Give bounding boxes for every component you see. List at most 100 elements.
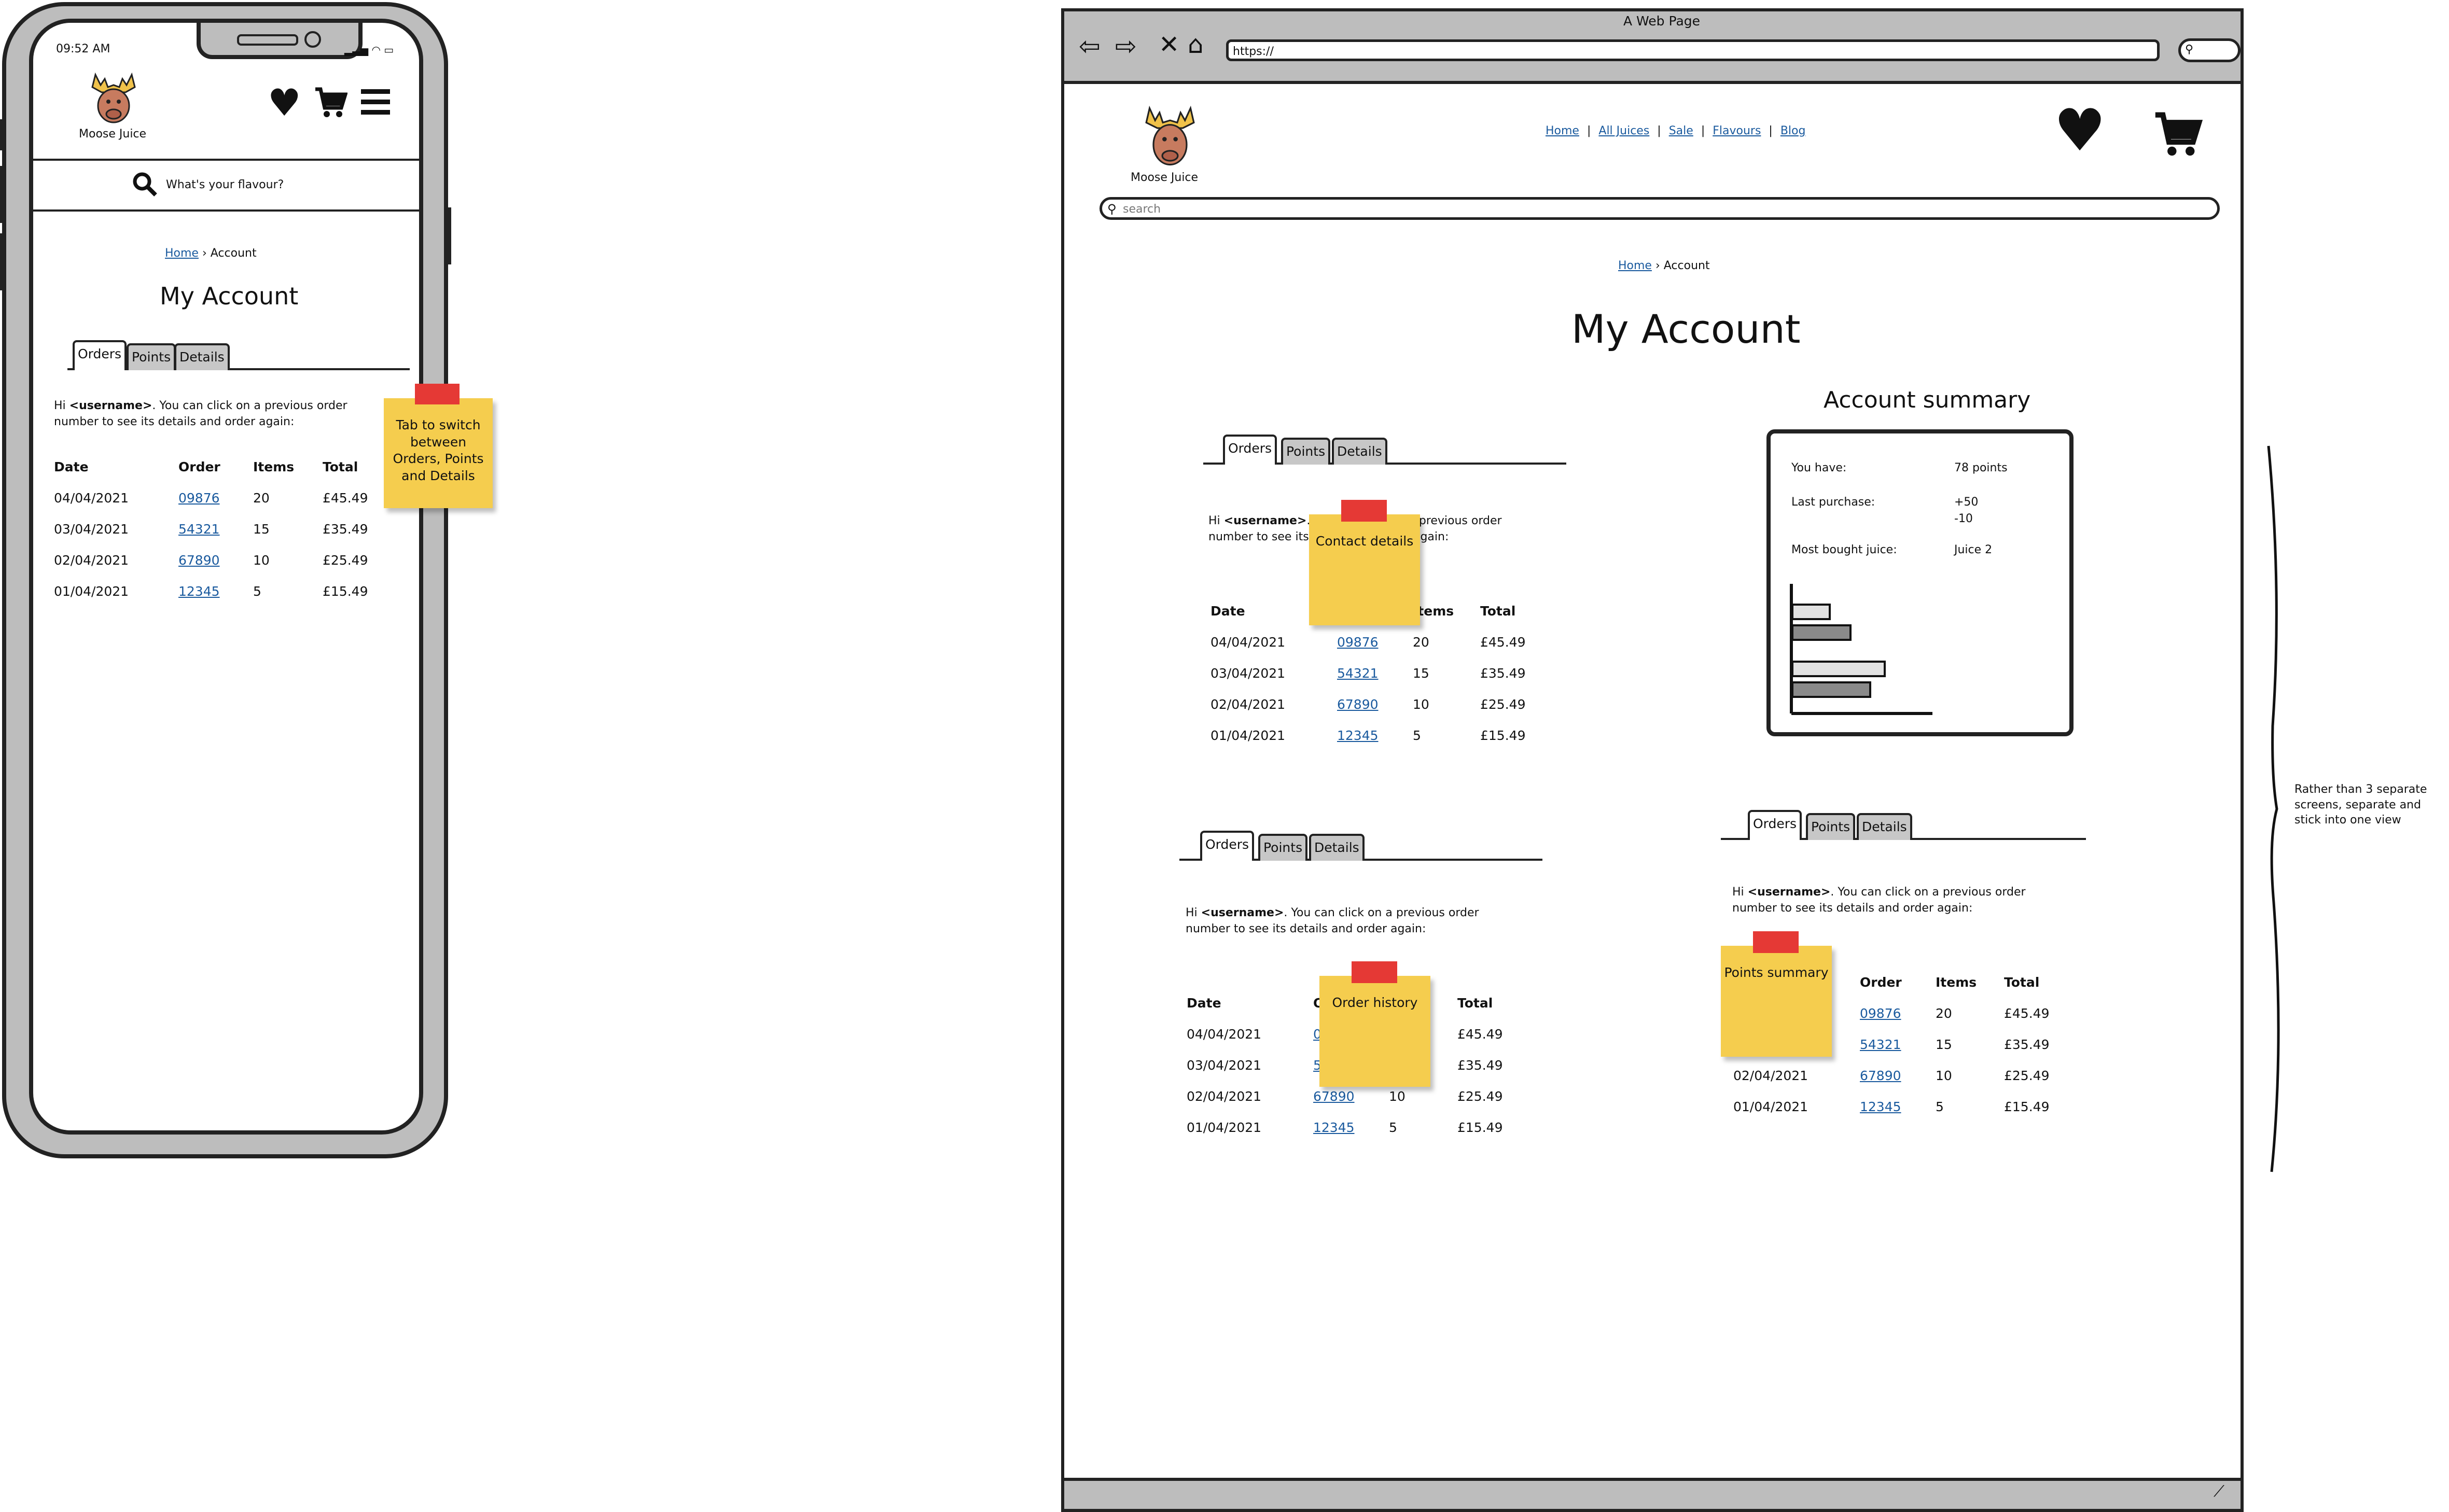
annotation-brace — [2267, 445, 2280, 1172]
menu-icon[interactable] — [360, 88, 391, 117]
table-row: 01/04/2021 12345 5 £15.49 — [54, 584, 368, 599]
search-input[interactable]: What's your flavour? — [166, 178, 284, 191]
nav-home[interactable]: Home — [1546, 124, 1579, 137]
order-link[interactable]: 54321 — [1337, 666, 1379, 681]
last-purchase-label: Last purchase: — [1791, 496, 1875, 509]
username: <username> — [1201, 906, 1284, 919]
last-purchase-minus: -10 — [1954, 512, 1973, 525]
breadcrumb: Home › Account — [1618, 259, 1710, 272]
order-link[interactable]: 09876 — [1860, 1006, 1901, 1021]
you-have-value: 78 points — [1954, 461, 2008, 474]
sticky-tape — [415, 384, 460, 404]
tab-details[interactable]: Details — [1309, 834, 1365, 861]
table-row: 04/04/2021 09876 20 £45.49 — [1210, 635, 1526, 650]
brand-logo[interactable] — [1139, 103, 1201, 171]
order-link[interactable]: 12345 — [1337, 728, 1379, 743]
order-link[interactable]: 09876 — [178, 491, 220, 506]
status-icons: ▂▃▅ ◠ ▭ — [344, 44, 394, 56]
search-divider — [33, 209, 419, 212]
tab-details[interactable]: Details — [1332, 438, 1387, 465]
speaker-grille — [237, 34, 298, 46]
account-tabs: Orders Points Details — [1179, 824, 1542, 861]
order-link[interactable]: 54321 — [1860, 1037, 1901, 1052]
page-title: My Account — [1571, 306, 1801, 352]
phone-screen: 09:52 AM ▂▃▅ ◠ ▭ Moose Juice ♥ What's yo… — [29, 19, 423, 1135]
table-row: 01/04/2021 12345 5 £15.49 — [1210, 728, 1526, 743]
close-icon[interactable]: ✕ — [1159, 32, 1179, 57]
search-input[interactable]: ⚲ search — [1100, 197, 2220, 220]
tab-orders[interactable]: Orders — [1223, 435, 1277, 465]
username: <username> — [1747, 886, 1831, 899]
order-link[interactable]: 67890 — [178, 553, 220, 568]
tab-points[interactable]: Points — [127, 343, 176, 370]
sticky-tape — [1341, 500, 1387, 522]
resize-grip-icon[interactable]: ⟋ — [2214, 1484, 2224, 1500]
status-time: 09:52 AM — [56, 43, 110, 55]
nav-sale[interactable]: Sale — [1669, 124, 1693, 137]
search-icon: ⚲ — [2185, 43, 2194, 56]
breadcrumb-home[interactable]: Home — [1618, 259, 1652, 272]
orders-intro: Hi <username>. You can click on a previo… — [54, 399, 347, 428]
last-purchase-plus: +50 — [1954, 496, 1979, 509]
order-link[interactable]: 09876 — [1337, 635, 1379, 650]
main-nav: Home | All Juices | Sale | Flavours | Bl… — [1546, 124, 1806, 137]
table-row: 03/04/2021 54321 15 £35.49 — [54, 522, 368, 537]
orders-table: Date Order Items Total 04/04/2021 09876 … — [54, 459, 396, 599]
chevron-right-icon: › — [1655, 259, 1664, 272]
sticky-note-order-history: Order history — [1319, 976, 1430, 1087]
back-icon[interactable]: ⇦ — [1079, 33, 1101, 59]
account-tabs: Orders Points Details — [1203, 428, 1566, 465]
nav-all-juices[interactable]: All Juices — [1598, 124, 1649, 137]
table-row: 01/04/2021 12345 5 £15.49 — [1733, 1099, 2050, 1114]
order-link[interactable]: 54321 — [178, 522, 220, 537]
breadcrumb-home[interactable]: Home — [165, 247, 199, 260]
breadcrumb-current: Account — [210, 247, 257, 260]
orders-intro: Hi <username>. You can click on a previo… — [1732, 886, 2026, 915]
cart-icon[interactable] — [2151, 109, 2203, 161]
window-title: A Web Page — [1623, 13, 1701, 29]
nav-blog[interactable]: Blog — [1780, 124, 1806, 137]
username: <username> — [1223, 514, 1307, 527]
tab-points[interactable]: Points — [1806, 813, 1856, 840]
search-icon[interactable] — [132, 171, 159, 200]
tab-points[interactable]: Points — [1258, 834, 1308, 861]
phone-volume-down — [0, 233, 6, 290]
browser-page — [1064, 81, 2241, 1481]
heart-icon[interactable]: ♥ — [268, 84, 301, 121]
moose-logo-icon — [1145, 105, 1195, 166]
page-title: My Account — [160, 282, 299, 310]
table-header-row: Date Order Items Total — [54, 459, 358, 474]
url-bar[interactable]: https:// — [1226, 39, 2160, 61]
phone-power-button — [445, 207, 451, 264]
sticky-note-tabs: Tab to switch between Orders, Points and… — [384, 398, 493, 508]
order-link[interactable]: 12345 — [1860, 1099, 1901, 1114]
cart-icon[interactable] — [313, 85, 348, 121]
home-icon[interactable]: ⌂ — [1188, 32, 1203, 57]
order-link[interactable]: 12345 — [178, 584, 220, 599]
heart-icon[interactable]: ♥ — [2054, 102, 2106, 160]
order-link[interactable]: 67890 — [1313, 1089, 1355, 1104]
tab-orders[interactable]: Orders — [1200, 831, 1255, 861]
annotation-note: Rather than 3 separate screens, separate… — [2294, 783, 2427, 827]
forward-icon[interactable]: ⇨ — [1115, 33, 1137, 59]
moose-logo-icon — [91, 72, 136, 123]
tab-orders[interactable]: Orders — [1748, 810, 1802, 840]
browser-search-button[interactable]: ⚲ — [2178, 38, 2241, 62]
table-row: 04/04/2021 09876 20 £45.49 — [54, 491, 368, 506]
table-row: 03/04/2021 54321 15 £35.49 — [1210, 666, 1526, 681]
tab-orders[interactable]: Orders — [73, 340, 127, 370]
tab-details[interactable]: Details — [174, 343, 230, 370]
account-summary-card: You have: 78 points Last purchase: +50 -… — [1766, 429, 2074, 736]
tab-points[interactable]: Points — [1281, 438, 1331, 465]
points-bar-chart — [1790, 584, 1932, 715]
order-link[interactable]: 67890 — [1337, 697, 1379, 712]
nav-flavours[interactable]: Flavours — [1713, 124, 1761, 137]
table-row: 02/04/2021 67890 10 £25.49 — [54, 553, 368, 568]
account-tabs: Orders Points Details — [1721, 804, 2086, 840]
chevron-right-icon: › — [202, 247, 211, 260]
phone-notch — [197, 23, 363, 59]
tab-details[interactable]: Details — [1857, 813, 1912, 840]
order-link[interactable]: 12345 — [1313, 1120, 1355, 1135]
order-link[interactable]: 67890 — [1860, 1068, 1901, 1083]
brand-logo[interactable] — [85, 69, 142, 129]
